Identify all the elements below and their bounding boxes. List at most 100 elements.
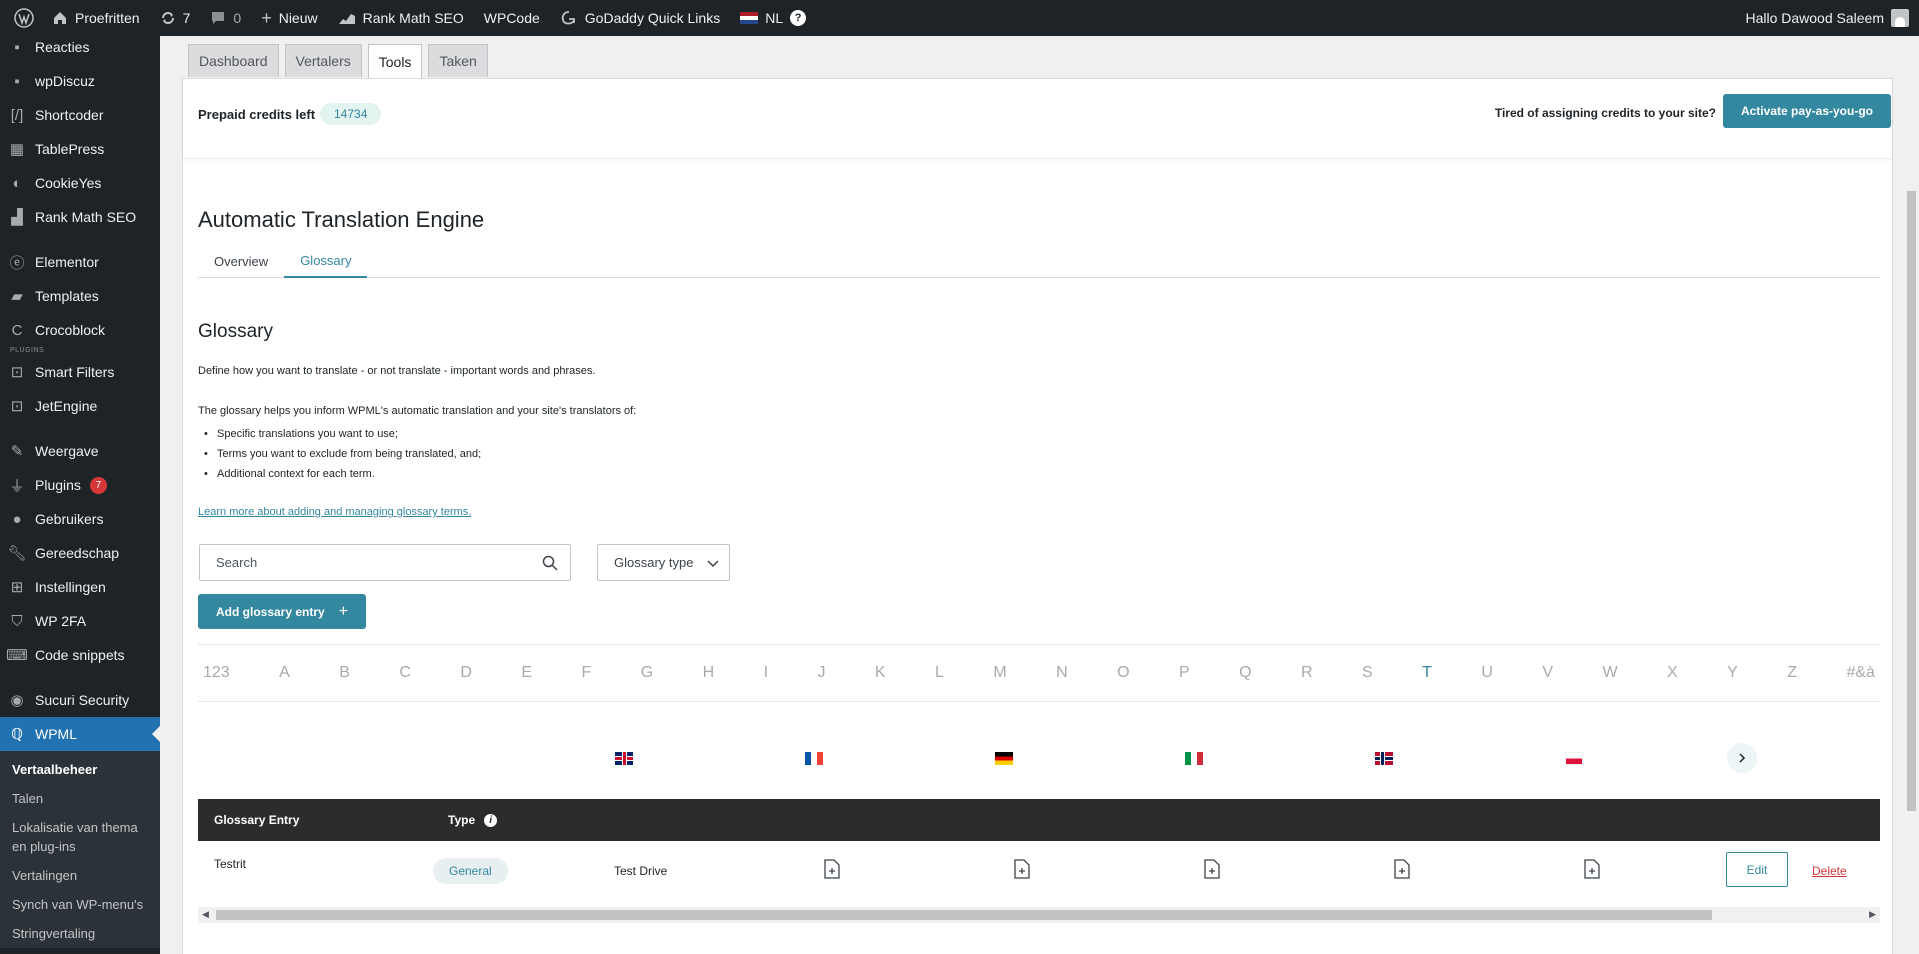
scroll-left-icon[interactable]: ◀: [202, 909, 209, 920]
add-translation-icon[interactable]: [1014, 859, 1030, 879]
sidebar-item-label: Code snippets: [35, 647, 125, 663]
sidebar-item-smart-filters[interactable]: ⊡ Smart Filters: [0, 355, 160, 389]
submenu-synch-menus[interactable]: Synch van WP-menu's: [0, 890, 160, 919]
letter-filter[interactable]: B: [339, 664, 350, 682]
tab-overview[interactable]: Overview: [198, 245, 284, 278]
flag-no-icon[interactable]: [1375, 752, 1393, 765]
flag-pl-icon[interactable]: [1565, 752, 1583, 765]
info-icon[interactable]: i: [484, 813, 498, 827]
admin-bar: Proefritten 7 0 + Nieuw Rank Math SEO WP…: [0, 0, 1919, 36]
letter-filter[interactable]: D: [460, 664, 472, 682]
new-content-link[interactable]: + Nieuw: [251, 0, 327, 36]
sidebar-item-wpml[interactable]: ℚ WPML: [0, 717, 160, 751]
rankmath-link[interactable]: Rank Math SEO: [328, 0, 474, 36]
letter-filter[interactable]: E: [521, 664, 532, 682]
tab-tools[interactable]: Tools: [367, 44, 423, 78]
search-icon[interactable]: [542, 555, 558, 571]
updates-link[interactable]: 7: [150, 0, 201, 36]
sidebar-item-reacties[interactable]: ▪ Reacties: [0, 36, 160, 64]
letter-filter[interactable]: S: [1362, 664, 1373, 682]
letter-filter[interactable]: R: [1301, 664, 1313, 682]
horizontal-scrollbar[interactable]: ◀ ▶: [198, 907, 1880, 923]
letter-filter[interactable]: N: [1056, 664, 1068, 682]
sidebar-item-sucuri[interactable]: ◉ Sucuri Security: [0, 683, 160, 717]
sidebar-item-wpdiscuz[interactable]: ▪ wpDiscuz: [0, 64, 160, 98]
sidebar-item-crocoblock[interactable]: C Crocoblock: [0, 313, 160, 347]
tab-glossary[interactable]: Glossary: [284, 245, 368, 278]
wordpress-logo-icon[interactable]: [6, 0, 42, 36]
tab-dashboard[interactable]: Dashboard: [188, 44, 279, 77]
activate-payg-button[interactable]: Activate pay-as-you-go: [1722, 94, 1891, 128]
sidebar-item-jetengine[interactable]: ⊡ JetEngine: [0, 389, 160, 423]
letter-filter[interactable]: K: [875, 664, 886, 682]
scrollbar-thumb[interactable]: [216, 910, 1712, 920]
add-glossary-entry-button[interactable]: Add glossary entry +: [198, 594, 367, 629]
letter-filter[interactable]: X: [1667, 664, 1678, 682]
next-languages-button[interactable]: [1727, 743, 1757, 773]
sidebar-item-plugins[interactable]: ⏚ Plugins 7: [0, 468, 160, 502]
sidebar-item-weergave[interactable]: ✎ Weergave: [0, 434, 160, 468]
sidebar-item-cookieyes[interactable]: ◐ CookieYes: [0, 166, 160, 200]
sidebar-item-wp2fa[interactable]: ⛉ WP 2FA: [0, 604, 160, 638]
glossary-type-select[interactable]: Glossary type: [597, 544, 730, 581]
wpcode-link[interactable]: WPCode: [474, 0, 550, 36]
tab-taken[interactable]: Taken: [428, 44, 488, 77]
submenu-lokalisatie[interactable]: Lokalisatie van thema en plug-ins: [0, 813, 160, 861]
letter-filter[interactable]: F: [581, 664, 591, 682]
sidebar-item-elementor[interactable]: ⓔ Elementor: [0, 245, 160, 279]
submenu-stringvertaling[interactable]: Stringvertaling: [0, 919, 160, 948]
sidebar-item-instellingen[interactable]: ⊞ Instellingen: [0, 570, 160, 604]
sidebar-item-templates[interactable]: ▰ Templates: [0, 279, 160, 313]
add-translation-icon[interactable]: [824, 859, 840, 879]
letter-filter[interactable]: W: [1602, 664, 1617, 682]
edit-button[interactable]: Edit: [1726, 852, 1788, 887]
letter-filter[interactable]: Q: [1239, 664, 1251, 682]
letter-filter[interactable]: C: [399, 664, 411, 682]
sidebar-item-tablepress[interactable]: ▦ TablePress: [0, 132, 160, 166]
sidebar-item-gereedschap[interactable]: 🔧︎ Gereedschap: [0, 536, 160, 570]
sidebar-item-rankmath[interactable]: ▟ Rank Math SEO: [0, 200, 160, 234]
letter-filter[interactable]: L: [935, 664, 944, 682]
letter-filter[interactable]: T: [1422, 664, 1432, 682]
letter-filter[interactable]: J: [817, 664, 825, 682]
submenu-talen[interactable]: Talen: [0, 784, 160, 813]
flag-fr-icon[interactable]: [805, 752, 823, 765]
letter-filter[interactable]: O: [1117, 664, 1129, 682]
letter-filter[interactable]: #&à: [1846, 664, 1874, 682]
flag-de-icon[interactable]: [995, 752, 1013, 765]
letter-filter[interactable]: M: [993, 664, 1006, 682]
letter-filter[interactable]: P: [1179, 664, 1190, 682]
sidebar-item-gebruikers[interactable]: ● Gebruikers: [0, 502, 160, 536]
flag-gb-icon[interactable]: [615, 752, 633, 765]
scroll-right-icon[interactable]: ▶: [1869, 909, 1876, 920]
letter-filter[interactable]: Z: [1787, 664, 1797, 682]
vertical-scrollbar[interactable]: [1904, 36, 1919, 954]
scrollbar-thumb[interactable]: [1907, 191, 1916, 811]
letter-filter[interactable]: Y: [1727, 664, 1738, 682]
add-translation-icon[interactable]: [1204, 859, 1220, 879]
language-switcher[interactable]: NL ?: [730, 0, 816, 36]
site-name-link[interactable]: Proefritten: [42, 0, 150, 36]
user-account-link[interactable]: Hallo Dawood Saleem: [1735, 0, 1919, 36]
tab-vertalers[interactable]: Vertalers: [284, 44, 362, 77]
sidebar-item-shortcoder[interactable]: [/] Shortcoder: [0, 98, 160, 132]
learn-more-link[interactable]: Learn more about adding and managing glo…: [198, 506, 471, 518]
sidebar-item-label: Weergave: [35, 443, 99, 459]
letter-filter[interactable]: I: [764, 664, 768, 682]
comments-link[interactable]: 0: [200, 0, 251, 36]
submenu-vertaalbeheer[interactable]: Vertaalbeheer: [0, 755, 160, 784]
letter-filter[interactable]: U: [1481, 664, 1493, 682]
letter-filter[interactable]: A: [279, 664, 290, 682]
godaddy-link[interactable]: GoDaddy Quick Links: [550, 0, 730, 36]
add-translation-icon[interactable]: [1584, 859, 1600, 879]
letter-filter[interactable]: V: [1542, 664, 1553, 682]
letter-filter[interactable]: 123: [203, 664, 230, 682]
add-translation-icon[interactable]: [1394, 859, 1410, 879]
flag-it-icon[interactable]: [1185, 752, 1203, 765]
search-input[interactable]: [216, 555, 542, 570]
letter-filter[interactable]: H: [703, 664, 715, 682]
delete-link[interactable]: Delete: [1812, 864, 1847, 878]
submenu-vertalingen[interactable]: Vertalingen: [0, 861, 160, 890]
letter-filter[interactable]: G: [641, 664, 653, 682]
sidebar-item-code-snippets[interactable]: ⌨ Code snippets: [0, 638, 160, 672]
